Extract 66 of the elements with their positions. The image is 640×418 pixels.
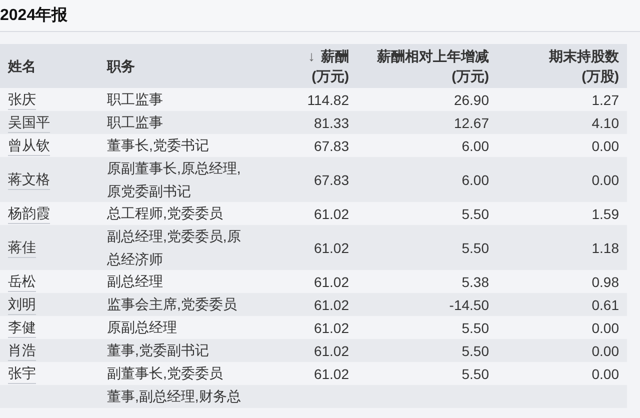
report-title: 2024年报 — [0, 6, 68, 26]
table-cell: 0.61 — [592, 296, 619, 312]
table-cell-text: 董事,党委副书记 — [107, 341, 209, 360]
table-cell-text: 总工程师,党委委员 — [107, 204, 223, 224]
table-cell-text: 副总经理,党委委员,原 总经济师 — [107, 227, 241, 268]
table-cell-text: 董事长,党委书记 — [107, 136, 209, 156]
person-link[interactable]: 张庆 — [8, 90, 36, 110]
table-cell: 5.50 — [462, 206, 489, 222]
table-cell: 26.90 — [454, 92, 489, 108]
person-link[interactable]: 蒋文格 — [8, 170, 50, 190]
table-cell: 5.50 — [462, 240, 489, 256]
column-unit: (万元) — [310, 67, 349, 86]
table-cell-text: 副董事长,党委委员 — [107, 364, 223, 384]
table-cell: -14.50 — [449, 296, 489, 312]
table-cell: 5.50 — [462, 320, 489, 336]
table-cell: 5.50 — [462, 342, 489, 358]
table-cell: 1.18 — [592, 240, 619, 256]
column-header[interactable]: 姓名 — [8, 56, 36, 76]
table-cell: 0.98 — [592, 274, 619, 290]
table-cell: 114.82 — [307, 92, 349, 108]
table-cell: 61.02 — [314, 342, 349, 358]
column-unit: (万元) — [450, 67, 489, 86]
table-cell: 5.38 — [462, 274, 489, 290]
table-cell-text: 职工监事 — [107, 113, 163, 132]
table-cell: 61.02 — [314, 296, 349, 312]
table-cell: 61.02 — [314, 206, 349, 222]
table-cell: 5.50 — [462, 366, 489, 382]
table-cell: 0.00 — [592, 366, 619, 382]
table-cell-text: 原副董事长,原总经理, 原党委副书记 — [107, 159, 241, 200]
table-cell: 6.00 — [462, 172, 489, 188]
sort-arrow-icon[interactable]: ↓ — [308, 46, 315, 66]
person-link[interactable]: 肖浩 — [8, 340, 36, 360]
person-link[interactable]: 曾从钦 — [8, 136, 50, 156]
table-cell: 1.59 — [592, 206, 619, 222]
person-link[interactable]: 吴国平 — [8, 112, 50, 132]
table-cell-text: 职工监事 — [107, 90, 163, 110]
table-cell: 81.33 — [314, 114, 349, 130]
column-header[interactable]: 薪酬相对上年增减 — [377, 46, 489, 66]
table-cell: 12.67 — [454, 114, 489, 130]
table-cell: 6.00 — [462, 138, 489, 154]
table-cell-text: 副总经理 — [107, 272, 163, 292]
table-cell: 4.10 — [592, 114, 619, 130]
table-cell: 61.02 — [314, 320, 349, 336]
table-cell-text: 董事,副总经理,财务总 — [107, 387, 241, 406]
table-cell: 1.27 — [592, 92, 619, 108]
person-link[interactable]: 杨韵霞 — [8, 204, 50, 224]
person-link[interactable]: 李健 — [8, 318, 36, 338]
table-cell: 0.00 — [592, 172, 619, 188]
column-unit: (万股) — [580, 67, 619, 86]
table-cell: 61.02 — [314, 274, 349, 290]
person-link[interactable]: 蒋佳 — [8, 238, 36, 258]
table-cell-text: 原副总经理 — [107, 318, 177, 338]
person-link[interactable]: 岳松 — [8, 272, 36, 292]
person-link[interactable]: 张宇 — [8, 364, 36, 384]
table-cell: 61.02 — [314, 366, 349, 382]
person-link[interactable]: 刘明 — [8, 294, 36, 314]
column-header[interactable]: 期末持股数 — [549, 46, 619, 66]
table-cell: 0.00 — [592, 138, 619, 154]
table-cell-text: 监事会主席,党委委员 — [107, 295, 237, 314]
column-header[interactable]: 职务 — [107, 56, 135, 76]
table-cell: 67.83 — [314, 172, 349, 188]
table-cell: 61.02 — [314, 240, 349, 256]
table-cell: 0.00 — [592, 342, 619, 358]
column-header[interactable]: 薪酬 — [321, 46, 349, 66]
table-cell: 67.83 — [314, 138, 349, 154]
table-cell: 0.00 — [592, 320, 619, 336]
